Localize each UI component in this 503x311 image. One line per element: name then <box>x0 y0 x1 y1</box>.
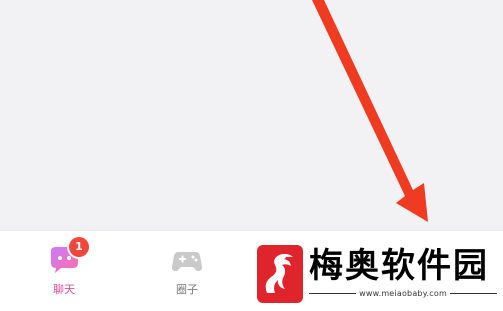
watermark: 梅奥软件园 www.meiaobaby.com <box>257 245 498 305</box>
brand-name: 梅奥软件园 <box>309 246 489 286</box>
content-area <box>0 0 503 230</box>
tab-chat[interactable]: 1 聊天 <box>29 237 99 305</box>
unread-badge: 1 <box>69 237 89 257</box>
dragon-logo <box>257 245 303 303</box>
tab-circle[interactable]: 圈子 <box>152 241 222 305</box>
url-left-divider <box>309 293 357 294</box>
tab-circle-label: 圈子 <box>176 283 198 296</box>
tab-chat-label: 聊天 <box>53 283 75 296</box>
chat-bubble-icon: 1 <box>47 237 89 277</box>
brand-url: www.meiaobaby.com <box>359 289 447 298</box>
url-right-divider <box>449 293 498 294</box>
brand-url-row: www.meiaobaby.com <box>309 289 498 298</box>
gamepad-icon <box>170 243 204 277</box>
